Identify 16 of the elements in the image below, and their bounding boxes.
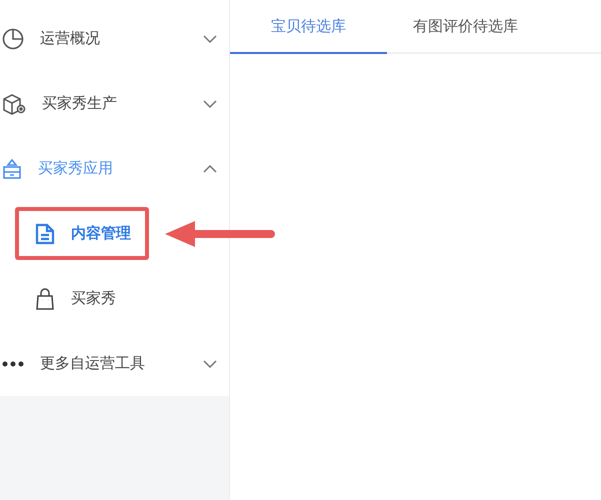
chevron-icon[interactable] — [203, 34, 217, 42]
bag-icon — [35, 288, 55, 310]
more-icon — [2, 360, 24, 366]
menu-item[interactable]: 买家秀生产 — [0, 71, 229, 136]
chevron-icon[interactable] — [203, 100, 217, 108]
document-icon — [35, 222, 55, 244]
clock-icon — [2, 28, 24, 50]
tab[interactable]: 有图评价待选库 — [387, 0, 544, 54]
chevron-icon[interactable] — [203, 164, 217, 172]
menu-item[interactable]: 更多自运营工具 — [0, 331, 229, 396]
menu-item[interactable]: 运营概况 — [0, 6, 229, 71]
tab[interactable]: 宝贝待选库 — [230, 0, 387, 54]
chevron-icon[interactable] — [203, 360, 217, 368]
submenu-item[interactable]: 买家秀 — [15, 272, 134, 325]
submenu-item[interactable]: 内容管理 — [15, 207, 149, 260]
shop-icon — [2, 158, 22, 180]
